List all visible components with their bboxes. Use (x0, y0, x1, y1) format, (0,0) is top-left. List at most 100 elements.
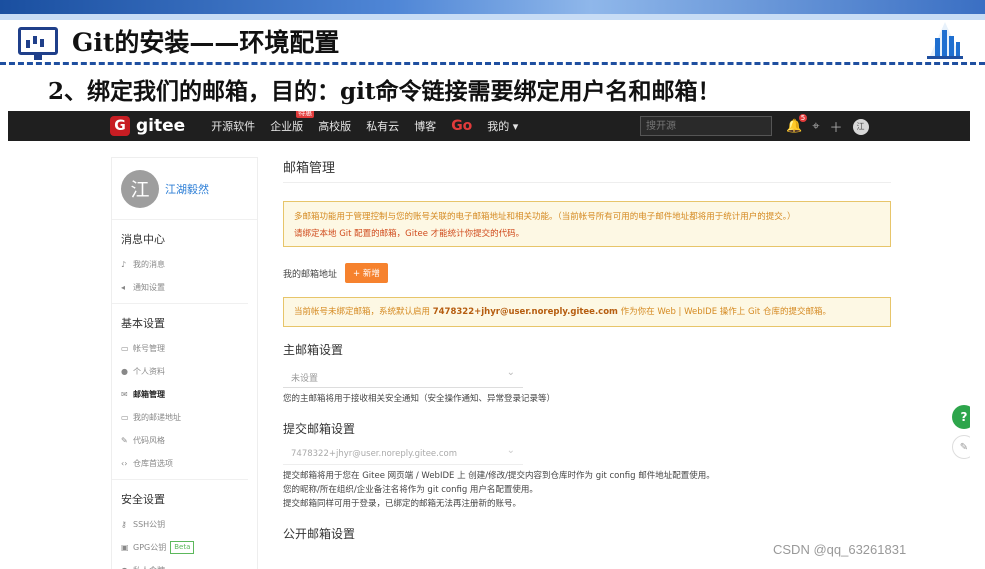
sidebar-item-my-messages[interactable]: ♪ 我的消息 (121, 253, 257, 276)
slide: Git的安装——环境配置 2、绑定我们的邮箱，目的：git命令链接需要绑定用户名… (0, 0, 985, 569)
nav-mine[interactable]: 我的 ▾ (487, 118, 518, 134)
search-input[interactable] (640, 116, 772, 136)
sidebar-group-security: 安全设置 ⚷ SSH公钥 ▣ GPG公钥Beta ●私人令牌 (112, 491, 257, 569)
monitor-chart-icon (18, 27, 58, 60)
plus-icon[interactable]: ＋ (830, 117, 843, 136)
help-line: 您的昵称/所在组织/企业备注名将作为 git config 用户名配置使用。 (283, 485, 538, 495)
sidebar-group-title: 基本设置 (121, 317, 165, 330)
notice-multi-email: 多邮箱功能用于管理控制与您的账号关联的电子邮箱地址和相关功能。（当前帐号所有可用… (283, 201, 891, 247)
nav-private-cloud[interactable]: 私有云 (366, 118, 399, 134)
primary-email-select[interactable]: 未设置 (283, 366, 523, 388)
sidebar-item-label: 我的邮递地址 (133, 413, 181, 422)
nav-enterprise[interactable]: 企业版 特惠 (270, 111, 315, 134)
sidebar-group-title: 消息中心 (121, 233, 165, 246)
sidebar-item-account[interactable]: ▭ 帐号管理 (121, 337, 257, 360)
my-email-row: 我的邮箱地址 + 新增 (283, 263, 891, 283)
sidebar-item-profile[interactable]: ● 个人资料 (121, 360, 257, 383)
public-email-title: 公开邮箱设置 (283, 527, 356, 541)
nav-go[interactable]: Go (451, 118, 472, 134)
help-line: 提交邮箱同样可用于登录，已绑定的邮箱无法再注册新的账号。 (283, 499, 522, 509)
nav-enterprise-label: 企业版 (270, 120, 304, 133)
help-line: 提交邮箱将用于您在 Gitee 网页端 / WebIDE 上 创建/修改/提交内… (283, 471, 715, 481)
sidebar-item-label: GPG公钥 (133, 543, 167, 552)
sidebar-item-label: 我的消息 (133, 260, 165, 269)
key-icon: ⚷ (121, 520, 127, 529)
building-logo-icon (927, 22, 963, 59)
bell-count: 5 (798, 114, 808, 122)
commit-email-help: 提交邮箱将用于您在 Gitee 网页端 / WebIDE 上 创建/修改/提交内… (283, 469, 891, 511)
user-icon: ● (121, 367, 128, 376)
nav-edu[interactable]: 高校版 (318, 118, 351, 134)
commit-email-select[interactable]: 7478322+jhyr@user.noreply.gitee.com (283, 445, 523, 465)
slide-subtitle: 2、绑定我们的邮箱，目的：git命令链接需要绑定用户名和邮箱！ (48, 78, 721, 105)
sidebar-divider (112, 303, 248, 304)
compass-icon[interactable]: ⌖ (812, 119, 819, 134)
bell-icon: ♪ (121, 260, 127, 269)
notice-suffix: 作为你在 Web | WebIDE 操作上 Git 仓库的提交邮箱。 (620, 307, 831, 317)
my-email-label: 我的邮箱地址 (283, 269, 338, 280)
gitee-screenshot: G gitee 开源软件 企业版 特惠 高校版 私有云 博客 Go 我的 ▾ 🔔5… (8, 111, 970, 569)
sidebar-item-token[interactable]: ●私人令牌 (121, 559, 257, 569)
email-management-panel: 邮箱管理 多邮箱功能用于管理控制与您的账号关联的电子邮箱地址和相关功能。（当前帐… (283, 157, 891, 542)
sidebar-item-label: 仓库首选项 (133, 459, 173, 468)
sidebar-item-email[interactable]: ✉ 邮箱管理 (121, 383, 257, 406)
sidebar-divider (112, 479, 248, 480)
settings-sidebar: 江 江湖毅然 消息中心 ♪ 我的消息 ◂ 通知设置 基本设置 ▭ 帐号管理 ● 个人资料… (111, 157, 258, 569)
add-email-button[interactable]: + 新增 (345, 263, 388, 283)
sidebar-item-address[interactable]: ▭ 我的邮递地址 (121, 406, 257, 429)
slide-top-banner (0, 0, 985, 20)
sidebar-item-label: SSH公钥 (133, 520, 166, 529)
csdn-watermark: CSDN @qq_63261831 (773, 542, 907, 557)
gitee-logo-icon: G (110, 116, 130, 136)
slide-title: Git的安装——环境配置 (72, 28, 340, 57)
sidebar-item-label: 个人资料 (133, 367, 165, 376)
sidebar-item-label: 邮箱管理 (133, 390, 165, 399)
primary-email-help: 您的主邮箱将用于接收相关安全通知（安全操作通知、异常登录记录等） (283, 394, 556, 404)
gitee-logo-text: gitee (136, 116, 186, 136)
code-icon: ‹› (121, 459, 128, 468)
sidebar-item-notify-settings[interactable]: ◂ 通知设置 (121, 276, 257, 299)
dashed-divider (0, 62, 985, 65)
nav-blog[interactable]: 博客 (414, 118, 436, 134)
slide-title-row: Git的安装——环境配置 (18, 24, 340, 60)
sidebar-item-ssh[interactable]: ⚷ SSH公钥 (121, 513, 257, 536)
sidebar-item-label: 帐号管理 (133, 344, 165, 353)
lock-icon: ▣ (121, 543, 129, 552)
sidebar-item-label: 代码风格 (133, 436, 165, 445)
notice-line: 请绑定本地 Git 配置的邮箱，Gitee 才能统计你提交的代码。 (294, 229, 525, 239)
speaker-icon: ◂ (121, 283, 126, 292)
sidebar-item-label: 私人令牌 (133, 559, 165, 569)
nav-icons: 🔔 5 ⌖ ＋ 江 (786, 114, 869, 136)
default-email: 7478322+jhyr@user.noreply.gitee.com (432, 307, 618, 317)
sidebar-group-title: 安全设置 (121, 493, 165, 506)
commit-email-title: 提交邮箱设置 (283, 422, 356, 436)
primary-email-title: 主邮箱设置 (283, 343, 344, 357)
nav-open-source[interactable]: 开源软件 (211, 118, 255, 134)
sidebar-item-label: 通知设置 (133, 283, 165, 292)
card-icon: ▭ (121, 413, 129, 422)
gitee-logo[interactable]: G gitee (110, 116, 185, 136)
nav-enterprise-badge: 特惠 (296, 111, 315, 118)
card-icon: ▭ (121, 344, 129, 353)
sidebar-group-messages: 消息中心 ♪ 我的消息 ◂ 通知设置 (112, 231, 257, 299)
user-icon: ● (121, 559, 133, 569)
bell-icon[interactable]: 🔔 5 (786, 114, 808, 134)
avatar[interactable]: 江 (121, 169, 159, 208)
sidebar-item-code-style[interactable]: ✎ 代码风格 (121, 429, 257, 452)
notice-line: 多邮箱功能用于管理控制与您的账号关联的电子邮箱地址和相关功能。（当前帐号所有可用… (294, 212, 796, 222)
brush-icon: ✎ (121, 436, 128, 445)
avatar-icon[interactable]: 江 (852, 118, 869, 135)
page-title: 邮箱管理 (283, 157, 891, 183)
notice-default-email: 当前帐号未绑定邮箱，系统默认启用 7478322+jhyr@user.norep… (283, 297, 891, 327)
user-name[interactable]: 江湖毅然 (165, 181, 209, 197)
notice-prefix: 当前帐号未绑定邮箱，系统默认启用 (294, 307, 431, 317)
sidebar-item-repo-prefs[interactable]: ‹› 仓库首选项 (121, 452, 257, 475)
top-navbar: G gitee 开源软件 企业版 特惠 高校版 私有云 博客 Go 我的 ▾ 🔔5… (8, 111, 970, 141)
sidebar-group-basic: 基本设置 ▭ 帐号管理 ● 个人资料 ✉ 邮箱管理 ▭ 我的邮递地址 ✎ 代码风格 ‹› 仓… (112, 315, 257, 475)
beta-badge: Beta (170, 541, 195, 554)
profile-card: 江 江湖毅然 (112, 158, 257, 220)
mail-icon: ✉ (121, 390, 128, 399)
edit-icon[interactable]: ✎ (952, 435, 970, 459)
help-button[interactable]: ? (952, 405, 970, 429)
sidebar-item-gpg[interactable]: ▣ GPG公钥 Beta (121, 536, 257, 559)
